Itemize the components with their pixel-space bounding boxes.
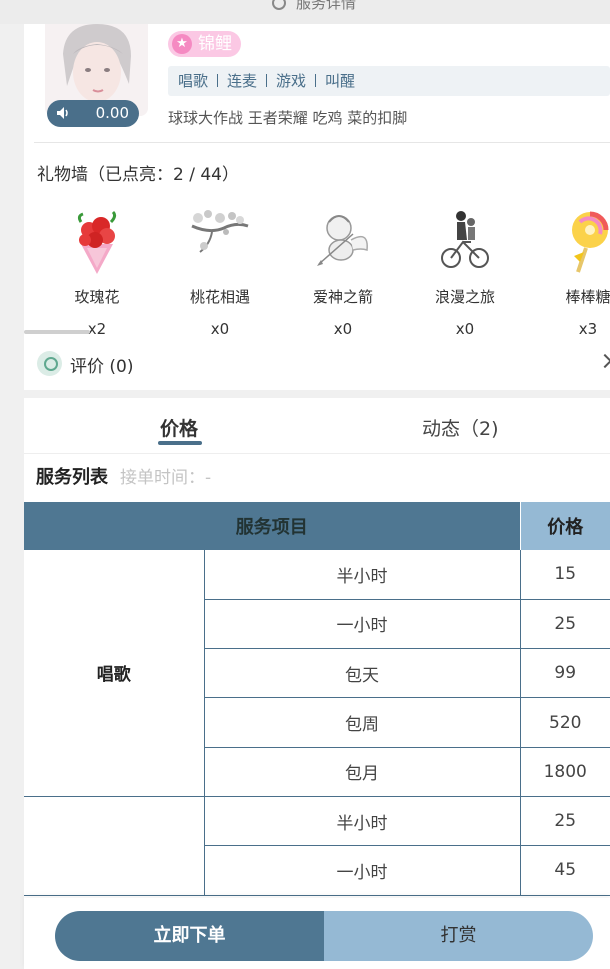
gift-item[interactable]: 棒棒糖 x3 bbox=[533, 204, 610, 338]
gift-name: 爱神之箭 bbox=[312, 288, 373, 306]
gift-item[interactable]: 桃花相遇 x0 bbox=[165, 204, 275, 338]
gift-count: x3 bbox=[578, 320, 598, 338]
more-icon[interactable]: ··· bbox=[524, 0, 546, 10]
review-label: 评价 (0) bbox=[70, 357, 134, 377]
tab-dynamics[interactable]: 动态（2) bbox=[422, 414, 499, 441]
gift-scrollbar[interactable] bbox=[24, 330, 90, 334]
item-cell: 一小时 bbox=[204, 599, 520, 650]
price-cell: 45 bbox=[519, 845, 610, 896]
star-icon: ★ bbox=[172, 34, 192, 54]
top-bar: 服务详情 ··· bbox=[0, 0, 610, 24]
gift-count: x0 bbox=[333, 320, 353, 338]
tip-button[interactable]: 打赏 bbox=[324, 911, 593, 961]
table-row[interactable]: 半小时 25 bbox=[24, 796, 610, 896]
tag-label: 连麦 bbox=[227, 72, 258, 90]
item-cell: 包月 bbox=[204, 747, 520, 797]
tag-label: 唱歌 bbox=[178, 72, 209, 90]
gift-name: 棒棒糖 bbox=[565, 288, 610, 306]
games-text: 球球大作战 王者荣耀 吃鸡 菜的扣脚 bbox=[168, 109, 408, 127]
chevron-right-icon bbox=[597, 353, 610, 369]
column-header: 服务项目 bbox=[24, 502, 520, 550]
table-row[interactable]: 唱歌 半小时 15 bbox=[24, 550, 610, 797]
skill-tags: 唱歌 连麦 游戏 叫醒 bbox=[168, 66, 610, 96]
order-now-button[interactable]: 立即下单 bbox=[55, 911, 324, 961]
tab-bar: 价格 动态（2) bbox=[24, 398, 610, 454]
service-list-header: 服务列表 接单时间：- bbox=[36, 463, 211, 489]
price-cell: 99 bbox=[519, 648, 610, 699]
page-title: 服务详情 bbox=[272, 0, 356, 13]
gift-item[interactable]: 玫瑰花 x2 bbox=[42, 204, 152, 338]
back-arrow-icon[interactable] bbox=[24, 0, 48, 8]
price-cell: 520 bbox=[519, 697, 610, 748]
rose-bouquet-icon bbox=[77, 210, 117, 274]
peach-blossom-branch-icon bbox=[191, 210, 249, 253]
gift-list[interactable]: 玫瑰花 x2 桃花相遇 x0 爱神之箭 x0 浪漫之旅 x0 棒棒糖 x3 bbox=[24, 204, 610, 354]
lollipop-icon bbox=[572, 211, 609, 273]
level-badge: ★ 锦鲤 bbox=[168, 31, 241, 57]
speaker-icon bbox=[57, 107, 68, 119]
item-cell: 半小时 bbox=[204, 550, 520, 600]
item-cell: 一小时 bbox=[204, 845, 520, 896]
divider bbox=[266, 74, 268, 87]
gift-wall-title: 礼物墙（已点亮：2 / 44） bbox=[37, 165, 239, 185]
price-cell: 25 bbox=[519, 599, 610, 650]
gift-name: 桃花相遇 bbox=[189, 288, 250, 306]
award-icon bbox=[37, 351, 62, 376]
divider bbox=[315, 74, 317, 87]
item-cell: 包天 bbox=[204, 648, 520, 699]
voice-duration: 0.00 bbox=[95, 104, 129, 122]
category-cell bbox=[24, 796, 205, 896]
bottom-action-bar: 立即下单 打赏 bbox=[24, 898, 610, 969]
gift-item[interactable]: 浪漫之旅 x0 bbox=[410, 204, 520, 338]
gift-count: x2 bbox=[87, 320, 107, 338]
service-list-title: 服务列表 bbox=[36, 467, 108, 488]
divider bbox=[217, 74, 219, 87]
service-panel: 价格 动态（2) 服务列表 接单时间：- 服务项目 价格 唱歌 半小时 15 一小… bbox=[24, 398, 610, 969]
column-header: 价格 bbox=[519, 502, 610, 550]
review-row[interactable]: 评价 (0) bbox=[37, 350, 610, 380]
tag-label: 叫醒 bbox=[325, 72, 356, 90]
price-cell: 25 bbox=[519, 796, 610, 847]
service-icon bbox=[272, 0, 286, 10]
price-cell: 15 bbox=[519, 550, 610, 600]
item-cell: 半小时 bbox=[204, 796, 520, 847]
tag-label: 游戏 bbox=[276, 72, 307, 90]
item-cell: 包周 bbox=[204, 697, 520, 748]
badge-label: 锦鲤 bbox=[198, 34, 232, 54]
cupid-icon bbox=[317, 215, 368, 266]
page-title-text: 服务详情 bbox=[296, 0, 357, 12]
gift-count: x0 bbox=[210, 320, 230, 338]
gift-name: 浪漫之旅 bbox=[434, 288, 495, 306]
category-cell: 唱歌 bbox=[24, 550, 205, 797]
tab-price[interactable]: 价格 bbox=[157, 414, 203, 445]
voice-intro-button[interactable]: 0.00 bbox=[47, 100, 139, 127]
gift-count: x0 bbox=[455, 320, 475, 338]
divider bbox=[34, 142, 610, 143]
accept-time: 接单时间：- bbox=[120, 468, 212, 488]
price-cell: 1800 bbox=[519, 747, 610, 797]
bicycle-couple-icon bbox=[441, 211, 489, 268]
gift-item[interactable]: 爱神之箭 x0 bbox=[288, 204, 398, 338]
service-table: 服务项目 价格 唱歌 半小时 15 一小时 25 包天 99 包周 520 包月… bbox=[24, 502, 610, 896]
profile-panel: 0.00 ★ 锦鲤 唱歌 连麦 游戏 叫醒 球球大作战 王者荣耀 吃鸡 菜的扣脚 礼物… bbox=[24, 24, 610, 390]
gift-name: 玫瑰花 bbox=[74, 288, 120, 306]
